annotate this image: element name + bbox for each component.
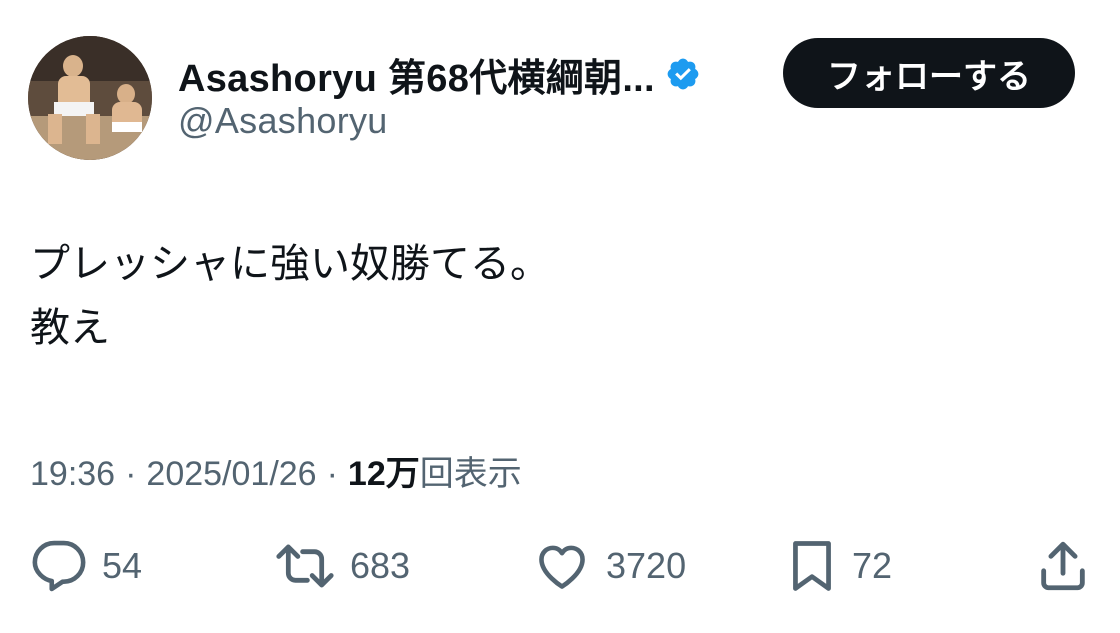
reply-button[interactable]: 54 — [30, 530, 142, 602]
heart-icon — [532, 537, 592, 595]
meta-separator: · — [125, 455, 137, 493]
author-display-name[interactable]: Asashoryu 第68代横綱朝... — [178, 47, 655, 102]
tweet-date[interactable]: 2025/01/26 — [146, 455, 316, 494]
meta-separator: · — [326, 455, 338, 493]
reply-count: 54 — [102, 545, 143, 586]
views-label: 回表示 — [419, 455, 522, 493]
repost-icon — [274, 537, 336, 595]
author-name-row[interactable]: Asashoryu 第68代横綱朝... — [178, 46, 701, 102]
bookmark-icon — [786, 537, 838, 595]
bookmark-count: 72 — [852, 545, 893, 586]
tweet-text: プレッシャに強い奴勝てる。 教え — [30, 232, 550, 360]
repost-button[interactable]: 683 — [274, 530, 410, 602]
author-handle[interactable]: @Asashoryu — [178, 100, 388, 142]
action-bar: 54 683 3720 72 — [0, 530, 1120, 602]
reply-icon — [30, 537, 88, 595]
tweet-text-line: 教え — [30, 305, 110, 351]
like-button[interactable]: 3720 — [532, 530, 686, 602]
follow-button[interactable]: フォローする — [783, 38, 1075, 108]
like-count: 3720 — [606, 545, 687, 586]
tweet-card: Asashoryu 第68代横綱朝... @Asashoryu フォローする プ… — [0, 0, 1120, 633]
share-button[interactable] — [1034, 530, 1092, 602]
avatar[interactable] — [28, 36, 152, 160]
bookmark-button[interactable]: 72 — [786, 530, 892, 602]
tweet-time[interactable]: 19:36 — [30, 455, 115, 494]
repost-count: 683 — [350, 545, 411, 586]
views-count: 12万 — [347, 455, 420, 493]
tweet-meta: 19:36 · 2025/01/26 · 12万 回表示 — [30, 446, 522, 495]
share-icon — [1034, 537, 1092, 595]
verified-badge-icon — [665, 56, 701, 92]
tweet-text-line: プレッシャに強い奴勝てる。 — [30, 241, 550, 287]
avatar-photo — [28, 36, 152, 160]
